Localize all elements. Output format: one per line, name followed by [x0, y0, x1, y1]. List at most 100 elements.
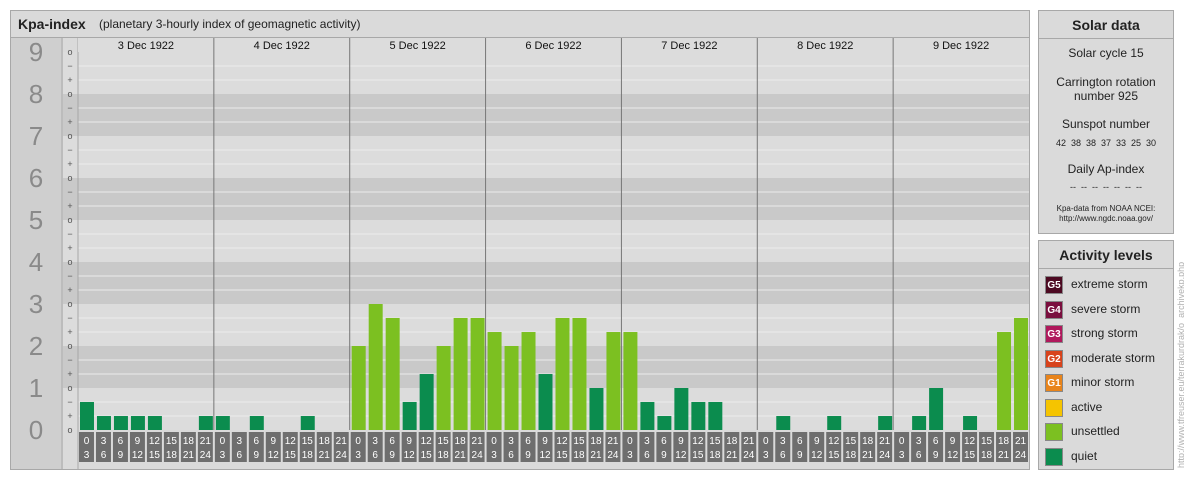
activity-level-swatch: G2	[1045, 349, 1063, 368]
y-subtick-label: +	[67, 285, 72, 295]
hour-start-label: 9	[678, 436, 684, 447]
solar-panel-divider	[1039, 38, 1173, 39]
hour-start-label: 15	[302, 436, 314, 447]
kp-bar	[929, 388, 944, 430]
source-line-1: Kpa-data from NOAA NCEI:	[1056, 204, 1156, 213]
hour-end-label: 24	[879, 450, 891, 461]
day-label: 6 Dec 1922	[525, 40, 581, 52]
hour-end-label: 24	[336, 450, 348, 461]
hour-start-label: 18	[726, 436, 738, 447]
level-band	[11, 262, 1029, 304]
hour-start-label: 3	[101, 436, 107, 447]
hour-start-label: 0	[627, 436, 633, 447]
kp-bar	[351, 346, 366, 430]
hour-end-label: 24	[607, 450, 619, 461]
activity-level-swatch: G3	[1045, 325, 1063, 343]
kp-bar	[623, 332, 638, 430]
hour-start-label: 6	[118, 436, 124, 447]
y-subtick-label: o	[67, 425, 72, 435]
kp-bar	[572, 317, 587, 430]
activity-level-extreme-storm: G5 extreme storm	[1045, 275, 1171, 295]
level-band	[11, 304, 1029, 346]
kp-bar	[453, 317, 468, 430]
hour-end-label: 15	[149, 450, 161, 461]
hour-start-label: 21	[1015, 436, 1027, 447]
y-subtick-label: +	[67, 201, 72, 211]
kp-bar	[555, 317, 570, 430]
level-band	[11, 52, 1029, 94]
hour-end-label: 3	[491, 450, 497, 461]
hour-start-label: 12	[556, 436, 568, 447]
hour-start-label: 21	[743, 436, 755, 447]
ap-index-title: Daily Ap-index	[1067, 162, 1145, 176]
hour-start-label: 15	[981, 436, 993, 447]
hour-start-label: 0	[763, 436, 769, 447]
level-band	[11, 94, 1029, 136]
hour-end-label: 12	[675, 450, 687, 461]
kp-bar	[640, 401, 655, 430]
hour-end-label: 18	[166, 450, 178, 461]
hour-start-label: 15	[845, 436, 857, 447]
levels-panel-divider	[1039, 268, 1173, 269]
y-tick-label: 8	[29, 79, 43, 109]
level-band	[11, 178, 1029, 220]
hour-end-label: 18	[709, 450, 721, 461]
activity-level-label: active	[1071, 399, 1103, 414]
hour-end-label: 9	[118, 450, 124, 461]
hour-end-label: 3	[763, 450, 769, 461]
kp-bar	[538, 374, 553, 430]
hour-end-label: 24	[472, 450, 484, 461]
kp-bar	[776, 416, 791, 430]
activity-level-label: strong storm	[1071, 326, 1138, 340]
hour-end-label: 15	[964, 450, 976, 461]
y-subtick-label: o	[67, 47, 72, 57]
hour-start-label: 6	[661, 436, 667, 447]
kp-bar	[674, 388, 689, 430]
hour-start-label: 6	[525, 436, 531, 447]
hour-start-label: 15	[166, 436, 178, 447]
kp-bar	[878, 416, 893, 430]
hour-end-label: 18	[981, 450, 993, 461]
hour-end-label: 3	[355, 450, 361, 461]
y-subtick-label: +	[67, 117, 72, 127]
hour-end-label: 6	[237, 450, 243, 461]
y-subtick-label: o	[67, 341, 72, 351]
y-subtick-label: o	[67, 215, 72, 225]
hour-start-label: 9	[406, 436, 412, 447]
hour-start-label: 21	[879, 436, 891, 447]
activity-level-swatch: G1	[1045, 374, 1063, 392]
hour-start-label: 0	[355, 436, 361, 447]
hour-end-label: 9	[797, 450, 803, 461]
hour-end-label: 21	[455, 450, 467, 461]
y-tick-label: 1	[29, 373, 43, 403]
kp-bar	[368, 304, 383, 430]
kp-bar	[147, 416, 162, 430]
activity-levels-panel: Activity levels G5 extreme storm G4 severe …	[1038, 240, 1174, 470]
y-subtick-label: o	[67, 299, 72, 309]
activity-level-swatch	[1045, 423, 1063, 441]
hour-start-label: 3	[916, 436, 922, 447]
day-label: 7 Dec 1922	[661, 40, 717, 52]
y-tick-label: 5	[29, 205, 43, 235]
hour-end-label: 12	[404, 450, 416, 461]
hour-start-label: 18	[183, 436, 195, 447]
hour-start-label: 18	[862, 436, 874, 447]
kp-bar	[96, 416, 111, 430]
kp-bar	[113, 416, 128, 430]
hour-end-label: 24	[743, 450, 755, 461]
kp-bar	[130, 416, 145, 430]
hour-end-label: 6	[644, 450, 650, 461]
hour-end-label: 9	[389, 450, 395, 461]
hour-start-label: 18	[455, 436, 467, 447]
hour-start-label: 6	[933, 436, 939, 447]
y-subtick-label: −	[67, 355, 72, 365]
hour-end-label: 15	[421, 450, 433, 461]
hour-start-label: 3	[508, 436, 514, 447]
hour-start-label: 21	[336, 436, 348, 447]
activity-level-label: severe storm	[1071, 301, 1141, 316]
activity-level-moderate-storm: G2 moderate storm	[1045, 349, 1171, 369]
hour-end-label: 9	[525, 450, 531, 461]
activity-level-swatch: G4	[1045, 300, 1063, 319]
activity-level-label: unsettled	[1071, 424, 1120, 438]
y-subtick-label: o	[67, 89, 72, 99]
